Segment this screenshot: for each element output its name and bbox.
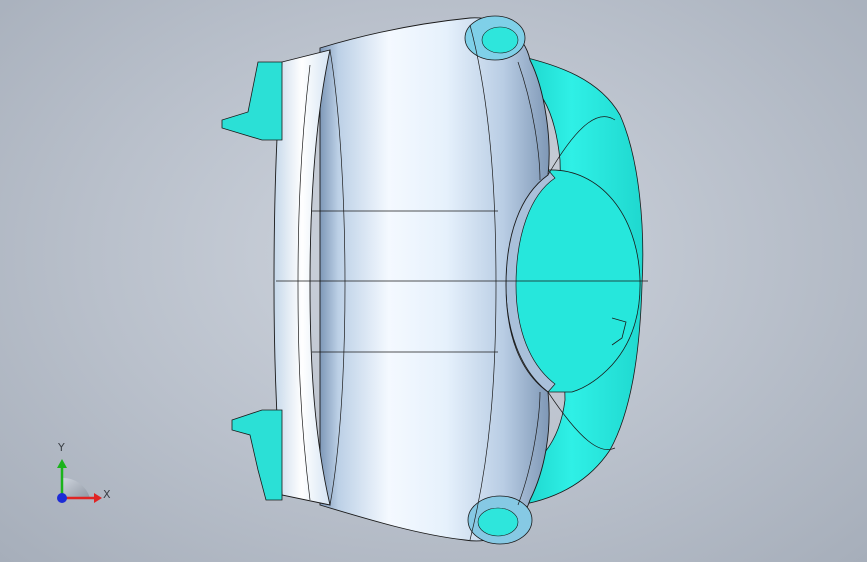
z-axis-dot <box>57 493 67 503</box>
orientation-triad <box>57 459 102 503</box>
graphics-viewport[interactable]: X Y <box>0 0 867 562</box>
triad-plane-shade <box>62 477 90 498</box>
part-model[interactable] <box>0 0 867 562</box>
y-axis-label: Y <box>58 441 65 454</box>
y-axis-arrow <box>57 459 67 468</box>
x-axis-label: X <box>103 488 111 501</box>
top-mount-tab[interactable] <box>221 61 283 141</box>
top-boss-inner <box>481 26 519 54</box>
x-axis-arrow <box>94 493 102 503</box>
bottom-boss-inner <box>477 507 519 537</box>
bottom-mount-tab[interactable] <box>231 409 283 501</box>
